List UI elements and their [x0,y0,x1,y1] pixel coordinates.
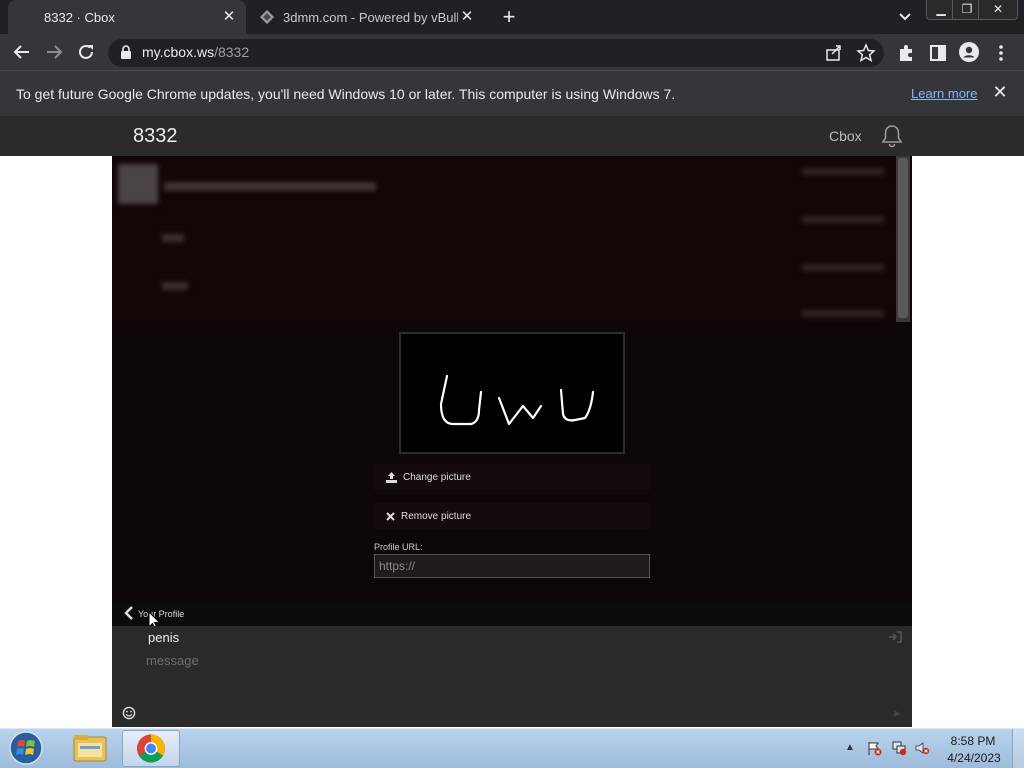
chat-scrollbar-thumb[interactable] [898,158,908,318]
clock-time[interactable]: 8:58 PM [948,734,998,748]
upload-icon [386,471,397,483]
url-host: my.cbox.ws [142,44,215,60]
chevron-left-icon[interactable] [124,606,134,620]
clock-date[interactable]: 4/24/2023 [944,751,1004,765]
tab-3dmm[interactable]: 3dmm.com - Powered by vBulletin ✕ [252,0,484,34]
side-panel-icon[interactable] [928,43,948,63]
chat-timestamp [802,310,884,317]
menu-kebab-icon[interactable] [993,43,1009,63]
box-title: 8332 [133,125,178,147]
change-picture-button[interactable]: Change picture [374,464,650,490]
avatar-drawing [439,374,595,426]
file-explorer-icon[interactable] [68,731,112,765]
chrome-taskbar-button[interactable] [122,730,180,767]
remove-picture-label: Remove picture [401,510,472,522]
chat-history [112,156,912,322]
username-field[interactable]: penis [148,630,179,645]
bookmark-star-icon[interactable] [856,43,876,63]
chat-timestamp [802,168,884,175]
url-path: /8332 [214,44,250,60]
cbox-nav-link[interactable]: Cbox [829,128,862,144]
chrome-icon [137,734,165,763]
chat-message [162,282,188,290]
windows-start-icon[interactable] [6,730,46,766]
sign-in-icon[interactable] [888,631,902,643]
back-arrow-icon[interactable] [12,42,32,62]
url-text[interactable]: my.cbox.ws/8332 [142,44,249,60]
chat-message [164,182,376,191]
tab-close-icon[interactable]: ✕ [220,8,238,26]
tab-cbox[interactable]: 8332 · Cbox ✕ [8,0,246,34]
forward-arrow-icon[interactable] [44,42,64,62]
network-icon[interactable] [891,740,907,756]
send-arrow-icon[interactable]: ▶ [894,708,901,719]
message-input[interactable] [146,650,746,670]
chat-timestamp [802,264,884,271]
tab-close-icon[interactable]: ✕ [458,8,476,26]
infobar-message: To get future Google Chrome updates, you… [16,86,676,102]
remove-picture-button[interactable]: Remove picture [374,503,650,529]
infobar-close-icon[interactable]: ✕ [990,82,1010,102]
profile-bar [112,604,912,626]
volume-muted-icon[interactable] [914,740,930,756]
learn-more-link[interactable]: Learn more [911,86,977,101]
profile-url-input[interactable] [374,554,650,578]
show-desktop-button[interactable] [1012,729,1024,768]
window-close-icon[interactable]: ✕ [978,0,1018,20]
profile-url-label: Profile URL: [374,542,423,552]
action-center-flag-icon[interactable] [866,740,882,756]
chat-timestamp [802,216,884,223]
profile-avatar-icon[interactable] [959,42,979,62]
compose-area [112,626,912,727]
share-icon[interactable] [824,43,844,63]
tab-title: 3dmm.com - Powered by vBulletin [283,9,458,25]
tab-title: 8332 · Cbox [44,9,115,25]
bell-icon[interactable] [879,123,905,149]
vbulletin-favicon-icon [260,10,274,24]
tab-search-chevron-icon[interactable] [894,8,916,26]
remove-x-icon [386,511,395,521]
show-hidden-icons-icon[interactable]: ▲ [845,742,855,753]
new-tab-icon[interactable]: + [498,6,520,29]
change-picture-label: Change picture [403,471,471,483]
extensions-puzzle-icon[interactable] [896,43,916,63]
emoji-smile-icon[interactable] [122,706,136,720]
chat-avatar [118,164,158,204]
chat-message [162,234,184,242]
lock-icon[interactable] [120,45,132,59]
profile-picture [399,332,625,454]
reload-icon[interactable] [76,42,96,62]
